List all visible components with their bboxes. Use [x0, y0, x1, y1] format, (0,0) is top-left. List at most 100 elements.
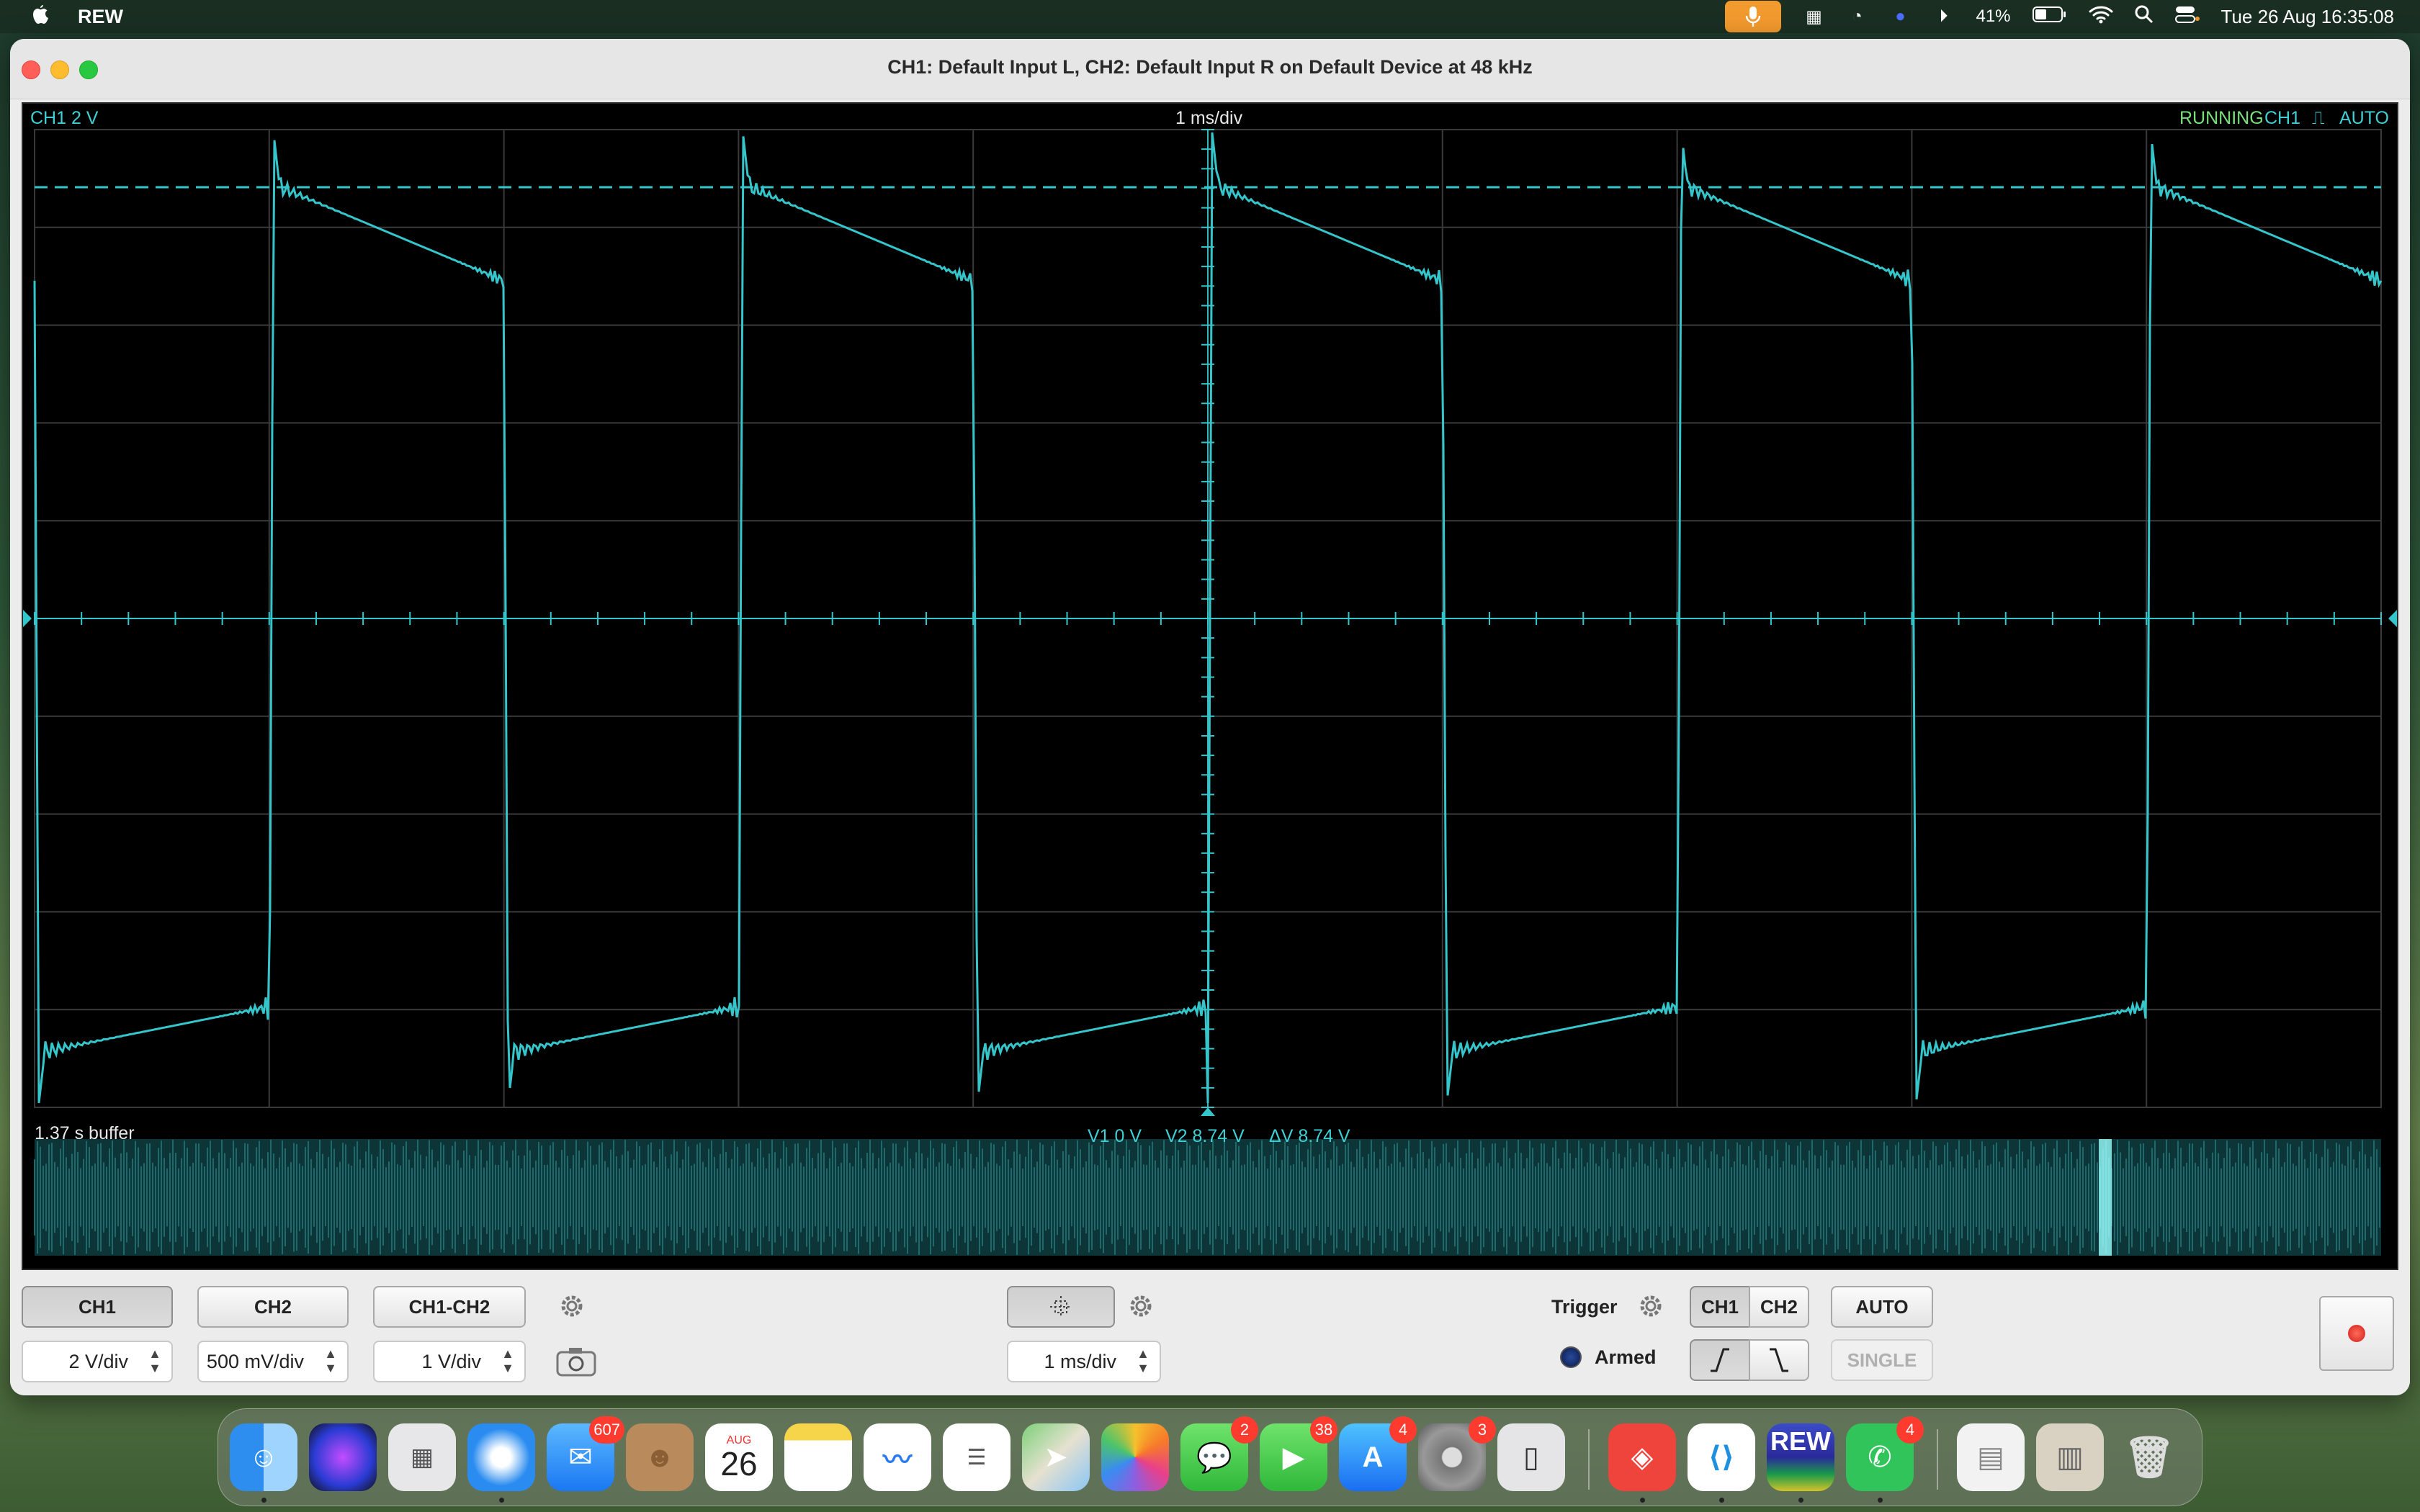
microphone-in-use-icon[interactable] [1725, 1, 1782, 32]
record-icon [2348, 1325, 2365, 1342]
buffer-length: 1.37 s buffer [35, 1123, 135, 1143]
menu-bar: REW ▦ ◔ ● ⏵ 41% Tue 26 Aug 16:35:08 [0, 0, 2420, 33]
trigger-edge-icon: ⎍ [2312, 108, 2325, 128]
trigger-ch2-button[interactable]: CH2 [1749, 1286, 1809, 1328]
battery-icon[interactable] [2032, 6, 2067, 28]
cursor-delta-readout: ΔV 8.74 V [1269, 1126, 1350, 1146]
ch1-ch2-button[interactable]: CH1-CH2 [373, 1286, 526, 1328]
whatsapp-icon[interactable]: ✆ 4 [1846, 1416, 1924, 1503]
channel-settings-gear-icon[interactable] [555, 1289, 589, 1323]
ch1-scale-spinner[interactable]: 2 V/div ▲ ▼ [22, 1341, 173, 1382]
contacts-icon[interactable]: ☻ [626, 1423, 694, 1491]
vscode-icon[interactable]: ⟨⟩ [1688, 1423, 1755, 1503]
app-store-badge: 4 [1389, 1416, 1417, 1444]
rising-edge-icon [1711, 1348, 1729, 1372]
calendar-icon[interactable]: AUG 26 [705, 1423, 773, 1491]
trash-icon[interactable]: 🗑 [2115, 1423, 2183, 1491]
diff-scale-spinner[interactable]: 1 V/div ▲ ▼ [373, 1341, 526, 1382]
ch1-button[interactable]: CH1 [22, 1286, 173, 1328]
document-stack-icon[interactable]: ▤ [1957, 1423, 2025, 1491]
trigger-position-marker [1201, 1107, 1215, 1116]
app-menu-rew[interactable]: REW [78, 6, 123, 28]
downloads-stack-icon[interactable]: ▥ [2036, 1423, 2104, 1491]
siri-icon[interactable] [309, 1423, 377, 1491]
diff-scale-value: 1 V/div [421, 1350, 481, 1372]
spinner-arrows-icon[interactable]: ▲ ▼ [496, 1346, 520, 1378]
scope-controls: CH1 CH2 CH1-CH2 2 V/div ▲ ▼ 500 mV/div ▲ ▼… [10, 1272, 2410, 1395]
apple-menu-icon[interactable] [29, 4, 50, 35]
wifi-icon[interactable] [2089, 5, 2113, 29]
trigger-auto-button[interactable]: AUTO [1831, 1286, 1933, 1328]
ch2-button[interactable]: CH2 [197, 1286, 349, 1328]
spinner-arrows-icon[interactable]: ▲ ▼ [143, 1346, 167, 1378]
app-status-icon[interactable]: ◔ [1846, 6, 1868, 27]
timebase-value: 1 ms/div [1044, 1350, 1116, 1372]
title-bar[interactable]: CH1: Default Input L, CH2: Default Input… [10, 39, 2410, 99]
whatsapp-badge: 4 [1896, 1416, 1924, 1444]
play-icon[interactable]: ⏵ [1932, 6, 1954, 27]
timebase-readout: 1 ms/div [1175, 108, 1243, 128]
window-title: CH1: Default Input L, CH2: Default Input… [887, 56, 1533, 78]
rising-edge-button[interactable] [1690, 1339, 1750, 1381]
photos-icon[interactable] [1101, 1423, 1169, 1491]
calendar-day: 26 [720, 1445, 758, 1482]
zero-marker-left [23, 610, 32, 627]
falling-edge-button[interactable] [1749, 1339, 1809, 1381]
mail-icon[interactable]: ✉ 607 [547, 1416, 624, 1491]
launchpad-icon[interactable]: ▦ [388, 1423, 456, 1491]
spinner-arrows-icon[interactable]: ▲ ▼ [1131, 1346, 1155, 1378]
record-button[interactable] [2319, 1296, 2394, 1371]
timebase-spinner[interactable]: 1 ms/div ▲ ▼ [1007, 1341, 1161, 1382]
crosshair-icon [1050, 1296, 1072, 1318]
display-settings-gear-icon[interactable] [1124, 1289, 1158, 1323]
rew-dock-label: REW [1770, 1426, 1831, 1456]
trigger-ch1-button[interactable]: CH1 [1690, 1286, 1750, 1328]
messages-badge: 2 [1231, 1416, 1258, 1444]
freeform-icon[interactable]: 〰 [864, 1423, 931, 1491]
control-center-icon[interactable] [2174, 5, 2200, 29]
armed-indicator-icon [1560, 1346, 1582, 1368]
camera-icon[interactable] [555, 1344, 596, 1378]
vpn-icon[interactable]: ▦ [1803, 6, 1824, 27]
system-settings-icon[interactable]: 3 [1418, 1416, 1496, 1491]
scope-display[interactable]: CH1 2 V 1 ms/div RUNNING CH1 ⎍ AUTO 1.37… [22, 102, 2398, 1270]
armed-label: Armed [1595, 1346, 1657, 1368]
safari-icon[interactable]: ✧ [467, 1423, 535, 1503]
trigger-mode-readout: AUTO [2339, 108, 2389, 128]
rew-scope-window: CH1: Default Input L, CH2: Default Input… [10, 39, 2410, 1395]
mail-badge: 607 [589, 1416, 624, 1444]
trigger-channel-readout: CH1 [2264, 108, 2301, 128]
app-store-icon[interactable]: A4 [1339, 1416, 1417, 1491]
messages-icon[interactable]: 💬 2 [1180, 1416, 1258, 1491]
facetime-badge: 38 [1310, 1416, 1337, 1444]
anydesk-icon[interactable]: ◈ [1608, 1423, 1676, 1503]
iphone-mirroring-icon[interactable]: ▯ [1497, 1423, 1565, 1491]
finder-icon[interactable]: ☺ [230, 1423, 297, 1503]
dock-separator [1588, 1429, 1590, 1490]
spinner-arrows-icon[interactable]: ▲ ▼ [318, 1346, 343, 1378]
settings-badge: 3 [1469, 1416, 1496, 1444]
ch2-scale-value: 500 mV/div [206, 1350, 304, 1372]
battery-percent: 41% [1976, 6, 2011, 26]
cursor-v2-readout: V2 8.74 V [1165, 1126, 1245, 1146]
cursor-crosshair-button[interactable] [1007, 1286, 1115, 1328]
notes-icon[interactable] [784, 1423, 852, 1491]
ch2-scale-spinner[interactable]: 500 mV/div ▲ ▼ [197, 1341, 349, 1382]
trigger-settings-gear-icon[interactable] [1634, 1289, 1668, 1323]
rew-dock-icon[interactable]: REW [1767, 1423, 1834, 1503]
dock-separator [1937, 1429, 1938, 1490]
spotlight-search-icon[interactable] [2135, 5, 2154, 29]
shield-icon[interactable]: ● [1889, 6, 1911, 27]
dock: ☺ ▦ ✧ ✉ 607 ☻ AUG 26 〰 ☰ ➤ 💬 2 ▶ 38 A4 3 ▯ … [218, 1408, 2202, 1506]
facetime-icon[interactable]: ▶ 38 [1260, 1416, 1337, 1491]
single-shot-button[interactable]: SINGLE [1831, 1339, 1933, 1381]
run-status: RUNNING [2179, 108, 2264, 128]
channel-scale-readout: CH1 2 V [30, 108, 99, 128]
buffer-position-marker [2099, 1139, 2112, 1256]
reminders-icon[interactable]: ☰ [943, 1423, 1010, 1491]
ch1-scale-value: 2 V/div [68, 1350, 128, 1372]
scope-graph[interactable] [23, 104, 2397, 1269]
menubar-datetime[interactable]: Tue 26 Aug 16:35:08 [2221, 6, 2394, 28]
maps-icon[interactable]: ➤ [1022, 1423, 1090, 1491]
trigger-label: Trigger [1551, 1296, 1618, 1318]
